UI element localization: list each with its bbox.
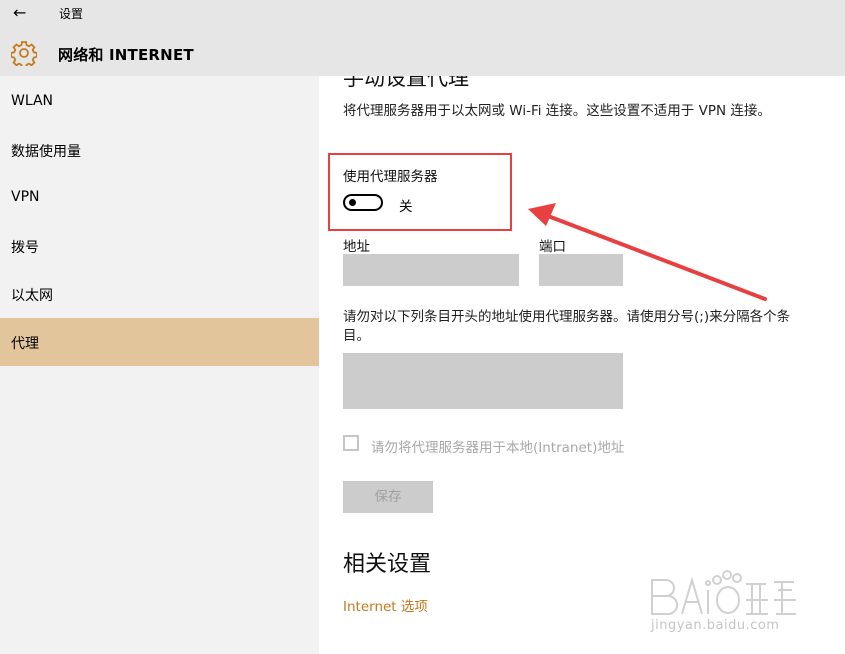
annotation-arrow	[528, 203, 767, 301]
watermark-url: jingyan.baidu.com	[651, 618, 780, 633]
